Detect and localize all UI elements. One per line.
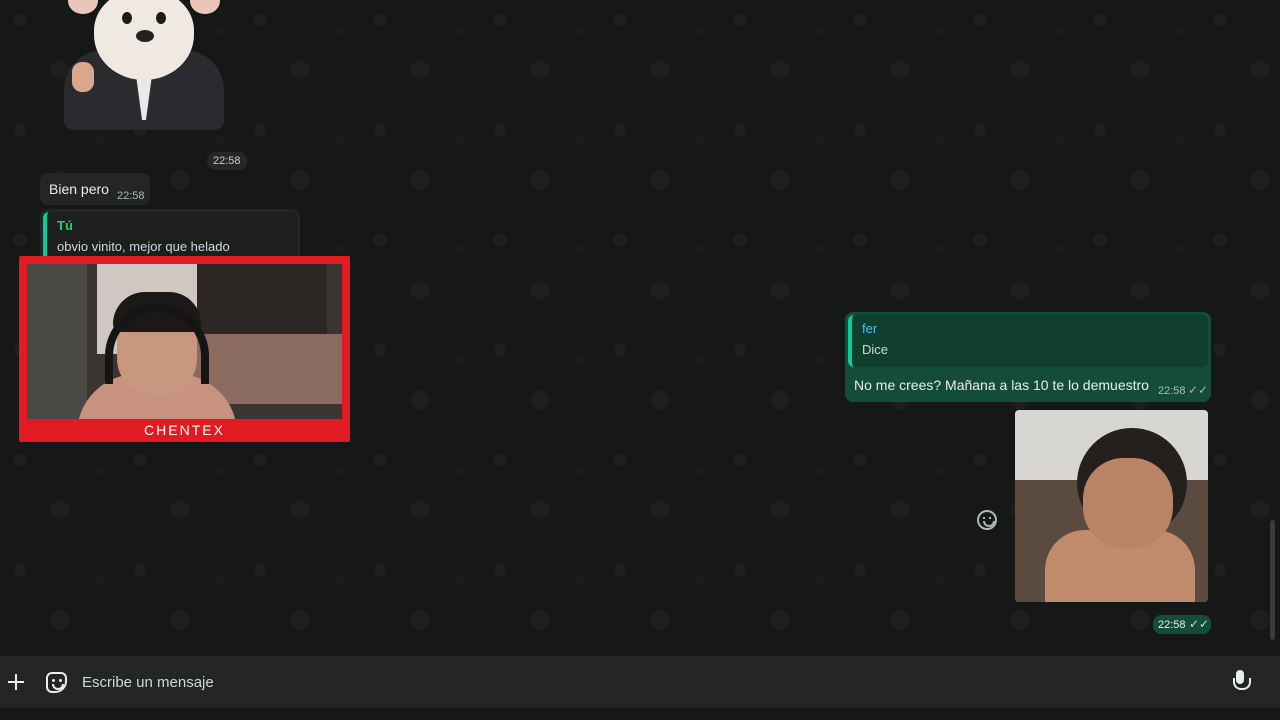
sticker-eye	[122, 12, 132, 24]
sticker-time: 22:58	[207, 152, 247, 170]
sticker-eye	[156, 12, 166, 24]
chat-scrollbar[interactable]	[1270, 520, 1275, 640]
sticker-thumb	[72, 62, 94, 92]
quote-author: fer	[862, 321, 878, 336]
webcam-label: CHENTEX	[144, 422, 225, 438]
outgoing-reply-message[interactable]: fer Dice No me crees? Mañana a las 10 te…	[845, 312, 1211, 402]
sticker-ear	[190, 0, 220, 14]
bottom-strip	[0, 708, 1280, 720]
message-time: 22:58	[1158, 385, 1186, 397]
read-ticks-icon: ✓✓	[1189, 617, 1210, 631]
quote-text: obvio vinito, mejor que helado	[57, 239, 230, 254]
image-time-badge: 22:58 ✓✓	[1153, 615, 1211, 634]
emoji-icon[interactable]	[977, 510, 997, 530]
message-composer	[0, 656, 1280, 708]
webcam-feed	[27, 264, 342, 419]
image-child-face	[1083, 458, 1173, 548]
sticker-nose	[136, 30, 154, 42]
quote-author: Tú	[57, 218, 73, 233]
message-time: 22:58	[1158, 619, 1186, 631]
webcam-overlay: CHENTEX	[19, 256, 350, 442]
read-ticks-icon: ✓✓	[1188, 383, 1209, 397]
chat-area: 22:58 Bien pero 22:58 Tú obvio vinito, m…	[0, 0, 1280, 656]
message-time: 22:58	[117, 190, 145, 202]
sticker-icon[interactable]	[46, 672, 67, 693]
quote-text: Dice	[862, 342, 889, 357]
message-input[interactable]	[82, 668, 1202, 696]
dog-sticker[interactable]	[52, 0, 242, 132]
incoming-message[interactable]: Bien pero 22:58	[40, 173, 150, 205]
message-text: No me crees? Mañana a las 10 te lo demue…	[854, 377, 1149, 393]
mic-icon[interactable]	[1232, 670, 1251, 694]
outgoing-image-message[interactable]	[1015, 410, 1208, 602]
sticker-ear	[68, 0, 98, 14]
plus-icon[interactable]	[6, 672, 26, 692]
quoted-message[interactable]: fer Dice	[848, 315, 1208, 367]
streamer	[67, 284, 237, 419]
message-text: Bien pero	[49, 181, 109, 197]
